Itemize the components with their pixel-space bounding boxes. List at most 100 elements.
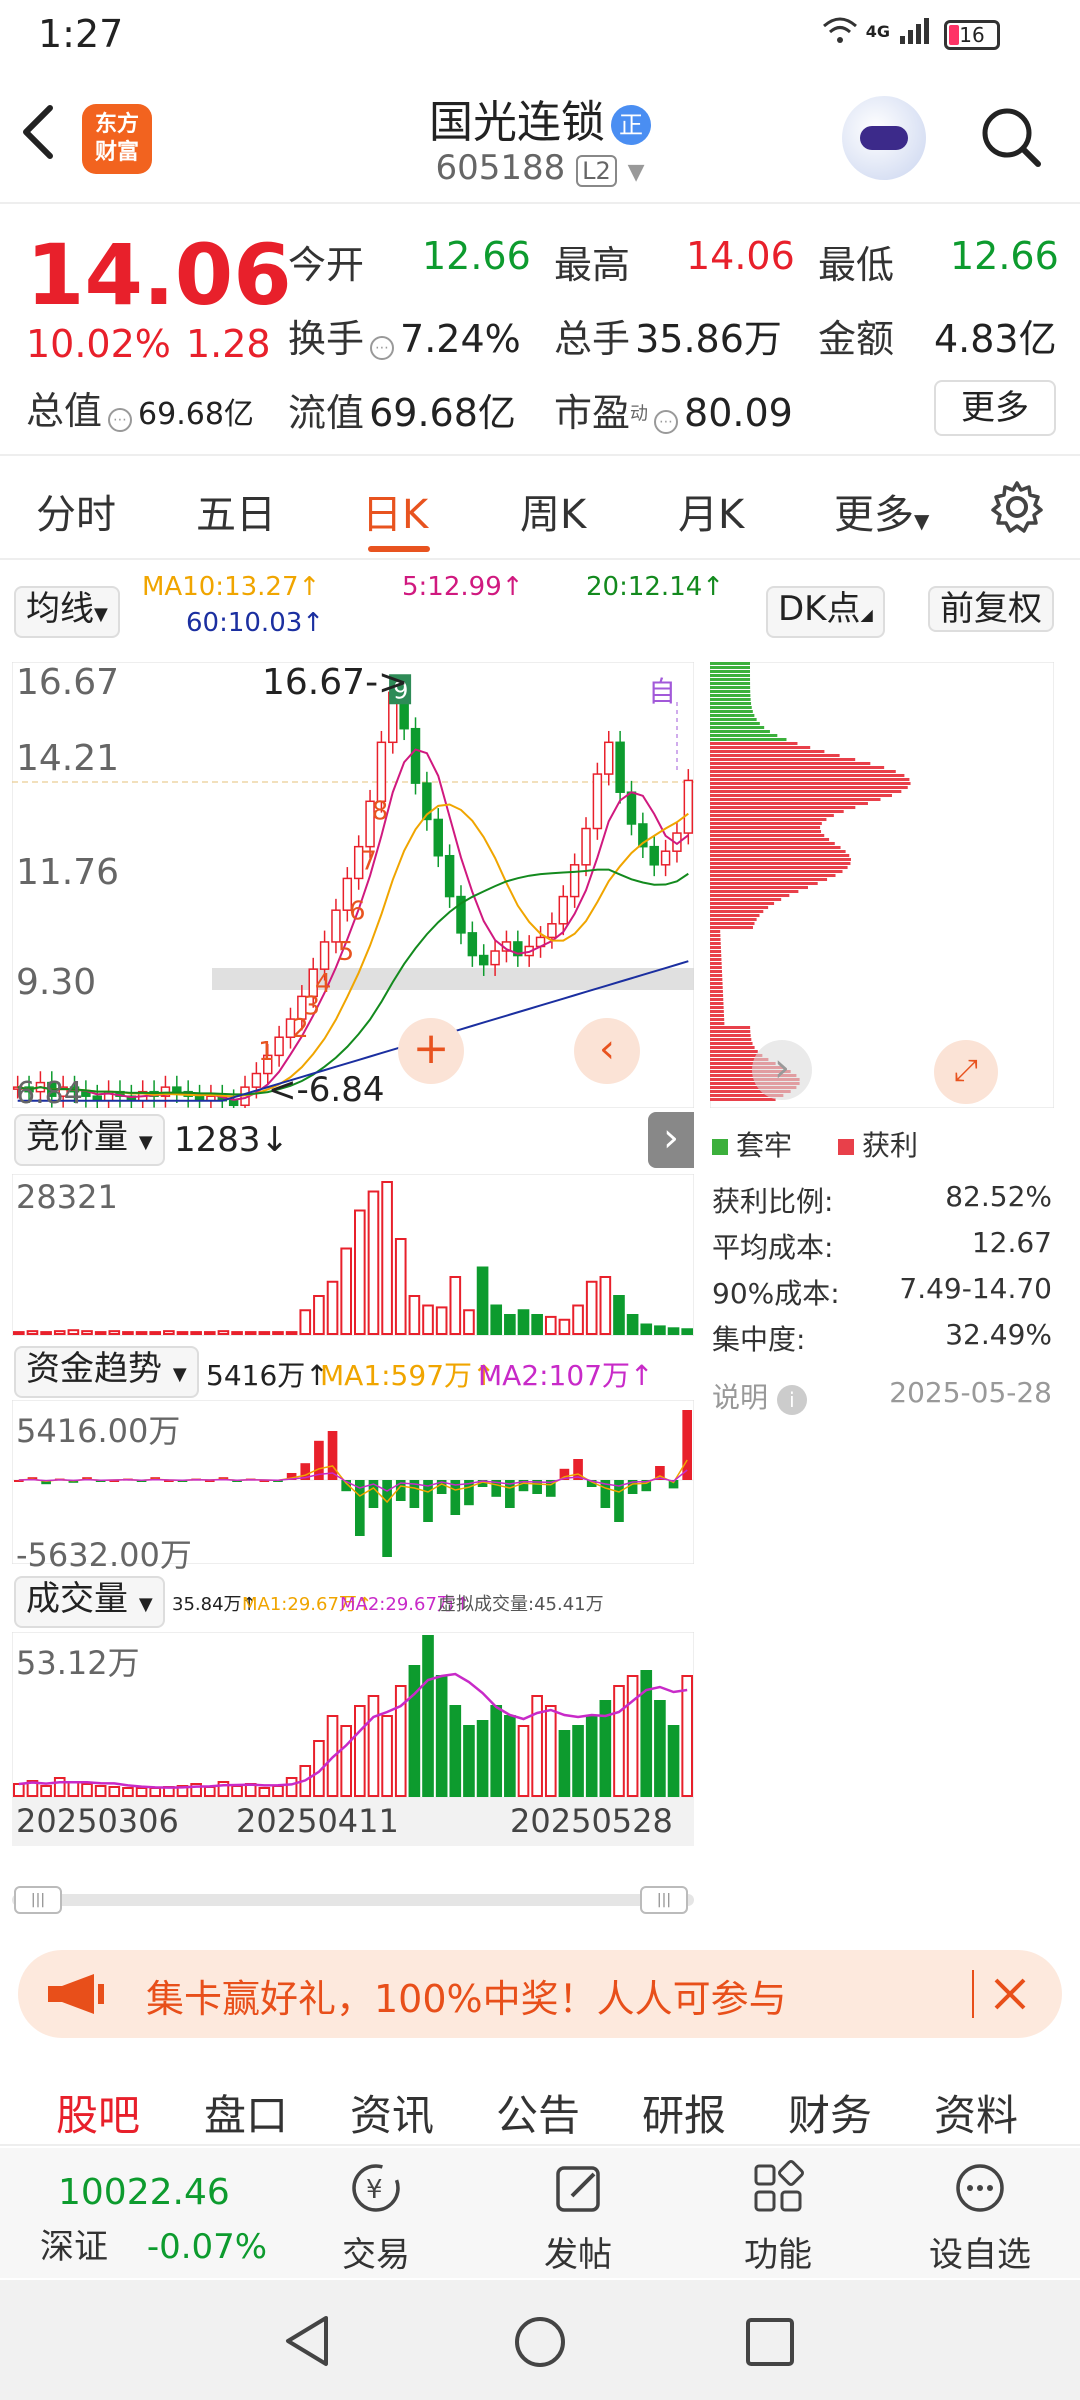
chip-bar (710, 738, 787, 741)
chip-distribution-chart[interactable] (710, 662, 1054, 1108)
auction-bar (285, 1331, 298, 1336)
chip-bar (710, 662, 751, 665)
chip-bar (710, 938, 721, 941)
stat-value: 7.49-14.70 (899, 1272, 1052, 1305)
nav-back-icon[interactable] (282, 2314, 332, 2368)
watchlist-label: 设自选 (929, 2235, 1031, 2275)
auction-bar (463, 1309, 475, 1335)
expand-icon[interactable]: ⤢ (934, 1040, 998, 1104)
range-scrollbar[interactable] (12, 1894, 694, 1906)
tab-daily-k[interactable]: 日K (362, 482, 428, 540)
open-label: 今开 (288, 243, 365, 287)
volume-bar (504, 1715, 516, 1797)
watchlist-button[interactable]: 设自选 (920, 2158, 1040, 2276)
gear-icon[interactable] (990, 480, 1044, 534)
dropdown-icon: ▼ (172, 1364, 187, 1385)
volume-bar (122, 1787, 134, 1797)
more-button[interactable]: 更多 (934, 380, 1056, 436)
tab-profile[interactable]: 资料 (934, 2082, 1018, 2143)
chip-bar (710, 1030, 751, 1033)
auction-selector[interactable]: 竞价量 ▼ (14, 1114, 165, 1166)
expand-arrow-icon[interactable]: › (648, 1112, 694, 1168)
adjust-button[interactable]: 前复权 (928, 586, 1054, 632)
nav-home-icon[interactable] (512, 2314, 568, 2370)
dropdown-icon: ▼ (914, 509, 930, 533)
volume-value: 35.86万 (635, 317, 782, 361)
volume-bar (285, 1777, 298, 1797)
auction-bar (13, 1331, 25, 1336)
tab-monthly-k[interactable]: 月K (678, 482, 744, 540)
tab-weekly-k[interactable]: 周K (520, 482, 586, 540)
tab-news[interactable]: 资讯 (350, 2082, 434, 2143)
tab-orderbook[interactable]: 盘口 (204, 2082, 288, 2143)
chip-bar (710, 782, 911, 785)
chevron-left-icon[interactable]: ‹ (574, 1018, 640, 1084)
chip-bar (710, 922, 755, 925)
candle (558, 895, 569, 925)
dk-button-label: DK点 (778, 589, 861, 629)
chevron-right-icon[interactable]: › (752, 1040, 812, 1100)
volume-selector[interactable]: 成交量 ▼ (14, 1576, 165, 1628)
trade-button[interactable]: ¥ 交易 (326, 2158, 426, 2276)
promo-banner[interactable]: 集卡赢好礼，100%中奖！人人可参与 (18, 1950, 1062, 2038)
chip-bar (710, 802, 868, 805)
signal-number: 5 (338, 937, 355, 967)
add-icon[interactable]: + (398, 1018, 464, 1084)
dk-button[interactable]: DK点◢ (766, 586, 885, 638)
chip-bar (710, 846, 841, 849)
scroll-handle-left[interactable]: ||| (14, 1886, 62, 1914)
pe-row: 市盈动 ⋯ 80.09 (554, 382, 793, 437)
svg-text:¥: ¥ (366, 2175, 383, 2205)
ma-button[interactable]: 均线▼ (14, 586, 120, 638)
index-name: 深证 (40, 2227, 108, 2267)
change-amount: 1.28 (186, 322, 271, 366)
chip-bar (710, 710, 753, 713)
status-time: 1:27 (38, 12, 124, 56)
chip-bar (710, 714, 755, 717)
y-label-3: 11.76 (16, 852, 120, 893)
chip-bar (710, 826, 821, 829)
tab-research[interactable]: 研报 (642, 2082, 726, 2143)
nav-recents-icon[interactable] (744, 2316, 796, 2368)
tab-more[interactable]: 更多▼ (834, 482, 929, 540)
chip-bar (710, 698, 751, 701)
auction-bar (299, 1309, 312, 1335)
chip-bar (710, 1018, 725, 1021)
functions-button[interactable]: 功能 (728, 2158, 828, 2276)
low-label: 最低 (818, 243, 895, 287)
tab-announcements[interactable]: 公告 (496, 2082, 580, 2143)
volume-bar (476, 1720, 489, 1797)
chip-bar (710, 1022, 725, 1025)
tab-intraday[interactable]: 分时 (36, 482, 116, 540)
chip-bar (710, 794, 892, 797)
search-icon[interactable] (980, 106, 1042, 168)
high-marker: 16.67-> (262, 662, 409, 703)
auction-bar (449, 1276, 462, 1335)
close-icon[interactable] (992, 1976, 1028, 2012)
functions-label: 功能 (744, 2235, 812, 2275)
fund-flow-selector[interactable]: 资金趋势 ▼ (14, 1346, 199, 1398)
info-icon[interactable]: ⋯ (108, 407, 133, 432)
note-link[interactable]: 说明 i (712, 1376, 807, 1422)
float-row: 流值 69.68亿 (288, 382, 516, 437)
stat-row: 90%成本: 7.49-14.70 (712, 1272, 1052, 1318)
chip-bar (710, 798, 881, 801)
index-ticker[interactable]: 10022.46 深证 -0.07% (40, 2172, 300, 2268)
chip-bar (710, 906, 769, 909)
tab-five-day[interactable]: 五日 (196, 482, 276, 540)
tab-forum[interactable]: 股吧 (56, 2082, 140, 2143)
info-icon[interactable]: ⋯ (370, 335, 395, 360)
chip-bar (710, 886, 808, 889)
auction-bar (613, 1295, 625, 1335)
auction-bar (626, 1314, 639, 1335)
index-value: 10022.46 (58, 2172, 230, 2213)
volume-bar (449, 1705, 462, 1797)
assistant-robot-icon[interactable] (842, 96, 926, 180)
battery-icon: 16 (944, 20, 1000, 50)
post-button[interactable]: 发帖 (528, 2158, 628, 2276)
resistance-band (212, 968, 694, 990)
info-icon[interactable]: ⋯ (654, 409, 679, 434)
tab-finance[interactable]: 财务 (788, 2082, 872, 2143)
scroll-handle-right[interactable]: ||| (640, 1886, 688, 1914)
auction-bar (667, 1327, 680, 1336)
